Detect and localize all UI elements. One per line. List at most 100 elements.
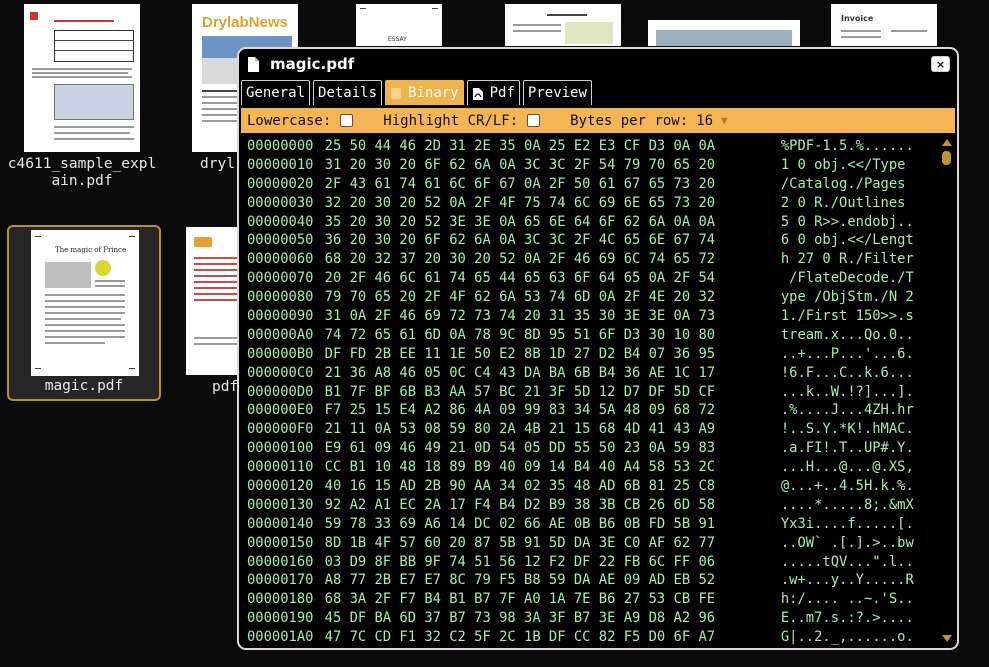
- thumbnail-title: ESSAY: [388, 36, 407, 43]
- scroll-up-arrow-icon[interactable]: [942, 139, 952, 146]
- hex-dump[interactable]: 00000000 25 50 44 46 2D 31 2E 35 0A 25 E2…: [247, 137, 937, 648]
- hex-row: 00000170 A8 77 2B E7 E7 8C 79 F5 B8 59 DA…: [247, 571, 937, 590]
- hex-row: 00000010 31 20 30 20 6F 62 6A 0A 3C 3C 2F…: [247, 156, 937, 175]
- vertical-scrollbar[interactable]: [941, 139, 953, 642]
- hex-bytes: 68 20 32 37 20 30 20 52 0A 2F 46 69 6C 7…: [324, 251, 716, 268]
- file-icon-magic-selected[interactable]: The magic of Prince magic.pdf: [7, 225, 161, 401]
- hex-bytes: CC B1 10 48 18 89 B9 40 09 14 B4 40 A4 5…: [324, 459, 716, 476]
- hex-offset: 000000B0: [247, 345, 314, 362]
- hex-bytes: 35 20 30 20 52 3E 3E 0A 65 6E 64 6F 62 6…: [324, 213, 716, 230]
- hex-bytes: 2F 43 61 74 61 6C 6F 67 0A 2F 50 61 67 6…: [324, 175, 716, 192]
- hex-bytes: 31 20 30 20 6F 62 6A 0A 3C 3C 2F 54 79 7…: [324, 156, 716, 173]
- hex-row: 00000020 2F 43 61 74 61 6C 6F 67 0A 2F 50…: [247, 175, 937, 194]
- tab-label: Preview: [527, 85, 587, 101]
- hex-offset: 00000100: [247, 440, 314, 457]
- tab-label: General: [246, 85, 306, 101]
- tab-details[interactable]: Details: [313, 80, 383, 105]
- hex-ascii: ...H...@...@.XS,: [780, 459, 914, 476]
- hex-row: 000000C0 21 36 A8 46 05 0C C4 43 DA BA 6B…: [247, 364, 937, 383]
- hex-bytes: 25 50 44 46 2D 31 2E 35 0A 25 E2 E3 CF D…: [324, 138, 716, 154]
- file-icon-c4611-sample-explain[interactable]: c4611_sample_expl ain.pdf: [6, 4, 158, 190]
- highlight-crlf-checkbox[interactable]: [527, 114, 541, 127]
- hex-row: 000000F0 21 11 0A 53 08 59 80 2A 4B 21 15…: [247, 420, 937, 439]
- dropdown-arrow-icon[interactable]: ▼: [721, 114, 728, 127]
- pdf-thumbnail: [505, 4, 621, 46]
- tab-pdf[interactable]: Pdf: [466, 80, 520, 105]
- bytes-per-row-select[interactable]: 16: [696, 113, 713, 129]
- hex-row: 000000E0 F7 25 15 E4 A2 86 4A 09 99 83 34…: [247, 401, 937, 420]
- thumbnail-title: The magic of Prince: [55, 246, 127, 254]
- hex-bytes: 92 A2 A1 EC 2A 17 F4 B4 D2 B9 38 3B CB 2…: [324, 496, 716, 513]
- hex-offset: 000000D0: [247, 383, 314, 400]
- tab-general[interactable]: General: [241, 80, 311, 105]
- bytes-per-row-label: Bytes per row:: [570, 112, 689, 129]
- hex-offset: 000000F0: [247, 421, 314, 438]
- binary-options-bar: Lowercase: Highlight CR/LF: Bytes per ro…: [241, 108, 955, 133]
- close-button[interactable]: ×: [931, 56, 950, 72]
- hex-row: 00000040 35 20 30 20 52 3E 3E 0A 65 6E 64…: [247, 213, 937, 232]
- hex-bytes: F7 25 15 E4 A2 86 4A 09 99 83 34 5A 48 0…: [324, 402, 716, 419]
- file-label: magic.pdf: [44, 378, 124, 394]
- tab-label: Binary: [408, 85, 459, 101]
- thumbnail-title: Invoice: [841, 14, 874, 23]
- file-label: c4611_sample_expl ain.pdf: [7, 156, 157, 189]
- hex-offset: 00000090: [247, 308, 314, 325]
- tab-binary[interactable]: Binary: [385, 80, 464, 105]
- hex-bytes: E9 61 09 46 49 21 0D 54 05 DD 55 50 23 0…: [324, 440, 716, 457]
- window-titlebar[interactable]: magic.pdf: [239, 49, 957, 79]
- scrollbar-thumb[interactable]: [942, 151, 951, 165]
- hex-ascii: @...+..4.5H.k.%.: [780, 478, 914, 495]
- hex-ascii: 1 0 obj.<</Type: [780, 156, 914, 173]
- hex-offset: 00000030: [247, 194, 314, 211]
- thumbnail-title: DrylabNews: [202, 14, 288, 31]
- hex-bytes: 45 DF BA 6D 37 B7 73 98 3A 3F B7 3E A9 D…: [324, 610, 716, 627]
- file-info-window: magic.pdf × General Details Binary Pdf P…: [237, 47, 959, 650]
- hex-bytes: 8D 1B 4F 57 60 20 87 5B 91 5D DA 3E C0 A…: [324, 534, 716, 551]
- scroll-down-arrow-icon[interactable]: [942, 635, 952, 642]
- highlight-crlf-label: Highlight CR/LF:: [383, 112, 519, 129]
- hex-bytes: 40 16 15 AD 2B 90 AA 34 02 35 48 AD 6B 8…: [324, 478, 716, 495]
- hex-ascii: ype /ObjStm./N 2: [780, 289, 914, 306]
- hex-bytes: B1 7F BF 6B B3 AA 57 BC 21 3F 5D 12 D7 D…: [324, 383, 716, 400]
- document-icon: [247, 56, 260, 73]
- hex-offset: 00000000: [247, 138, 314, 154]
- hex-offset: 00000020: [247, 175, 314, 192]
- pdf-file-icon: [472, 87, 484, 100]
- hex-ascii: !..S.Y.*K!.hMAC.: [780, 421, 914, 438]
- hex-ascii: 5 0 R>>.endobj..: [780, 213, 914, 230]
- hex-ascii: /FlateDecode./T: [780, 270, 914, 287]
- hex-row: 000000A0 74 72 65 61 6D 0A 78 9C 8D 95 51…: [247, 326, 937, 345]
- hex-row: 00000090 31 0A 2F 46 69 72 73 74 20 31 35…: [247, 307, 937, 326]
- file-icon-document[interactable]: [648, 20, 800, 46]
- hex-ascii: .w+...y..Y.....R: [780, 572, 914, 589]
- hex-bytes: 36 20 30 20 6F 62 6A 0A 3C 3C 2F 4C 65 6…: [324, 232, 716, 249]
- hex-row: 00000030 32 20 30 20 52 0A 2F 4F 75 74 6C…: [247, 194, 937, 213]
- hex-offset: 00000070: [247, 270, 314, 287]
- hex-ascii: 1./First 150>>.s: [780, 308, 914, 325]
- hex-offset: 000000A0: [247, 326, 314, 343]
- hex-offset: 00000040: [247, 213, 314, 230]
- hex-offset: 00000120: [247, 478, 314, 495]
- hex-row: 000000B0 DF FD 2B EE 11 1E 50 E2 8B 1D 27…: [247, 345, 937, 364]
- hex-row: 00000060 68 20 32 37 20 30 20 52 0A 2F 46…: [247, 250, 937, 269]
- hex-ascii: ....*.....8;.&mX: [780, 496, 914, 513]
- tab-preview[interactable]: Preview: [522, 80, 592, 105]
- hex-row: 00000050 36 20 30 20 6F 62 6A 0A 3C 3C 2F…: [247, 231, 937, 250]
- window-title: magic.pdf: [270, 55, 355, 73]
- hex-row: 00000100 E9 61 09 46 49 21 0D 54 05 DD 55…: [247, 439, 937, 458]
- hex-ascii: h 27 0 R./Filter: [780, 251, 914, 268]
- lowercase-checkbox[interactable]: [340, 114, 354, 127]
- hex-bytes: 32 20 30 20 52 0A 2F 4F 75 74 6C 69 6E 6…: [324, 194, 716, 211]
- lowercase-label: Lowercase:: [247, 112, 332, 129]
- pdf-thumbnail: [186, 227, 242, 375]
- hex-offset: 00000180: [247, 591, 314, 608]
- file-icon-newsletter[interactable]: [505, 4, 621, 46]
- hex-ascii: h:/.... ..~.'S..: [780, 591, 914, 608]
- file-icon-invoice[interactable]: Invoice: [830, 4, 938, 46]
- file-icon-essay[interactable]: ESSAY: [354, 4, 444, 46]
- hex-ascii: %PDF-1.5.%......: [780, 138, 914, 154]
- hex-offset: 000001A0: [247, 629, 314, 646]
- hex-ascii: .a.FI!.T..UP#.Y.: [780, 440, 914, 457]
- hex-bytes: 03 D9 8F BB 9F 74 51 56 12 F2 DF 22 FB 6…: [324, 553, 716, 570]
- hex-offset: 00000160: [247, 553, 314, 570]
